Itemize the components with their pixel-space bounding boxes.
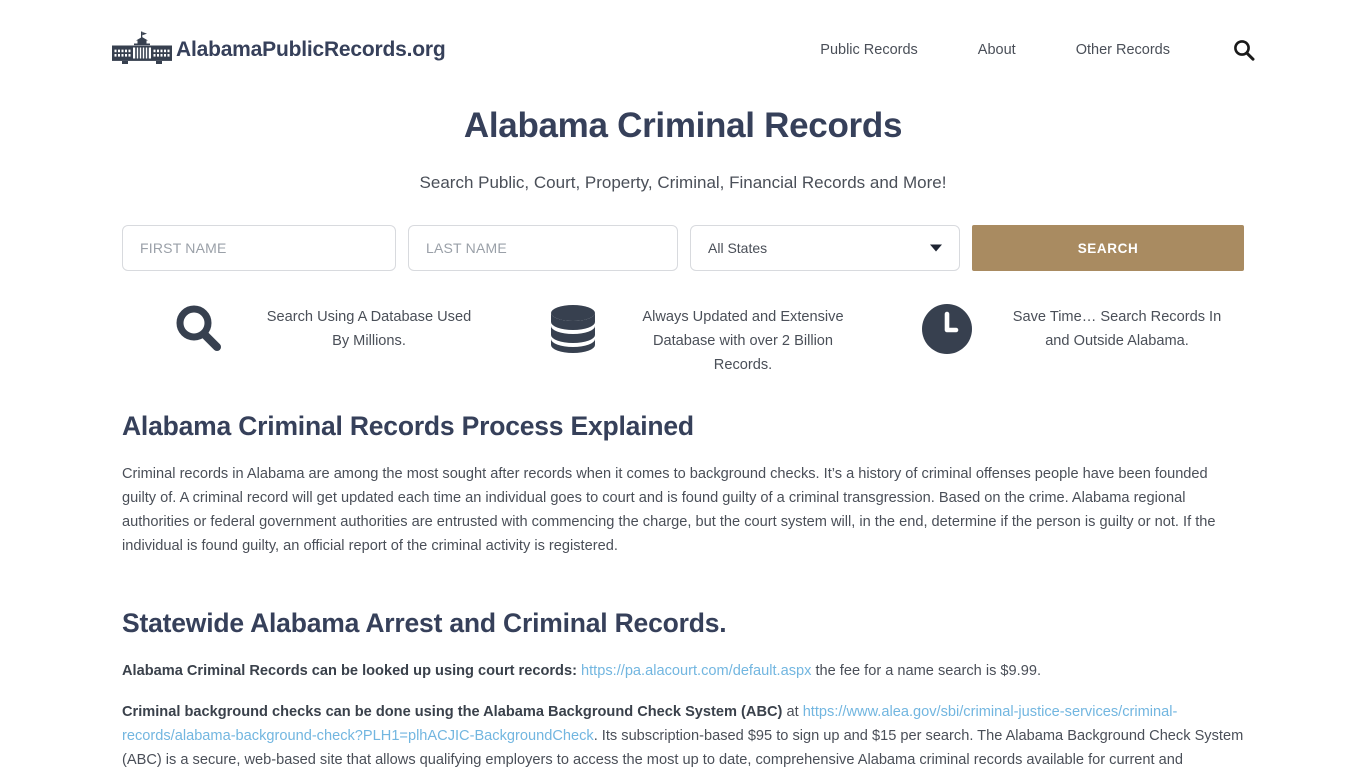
alacourt-link[interactable]: https://pa.alacourt.com/default.aspx	[581, 663, 811, 679]
background-check-at: at	[786, 704, 799, 720]
court-records-lead: Alabama Criminal Records can be looked u…	[122, 663, 577, 679]
feature-text: Search Using A Database Used By Millions…	[266, 309, 472, 349]
database-icon	[513, 299, 633, 355]
article-content: Alabama Criminal Records Process Explain…	[122, 377, 1244, 768]
court-records-fee-text: the fee for a name search is $9.99.	[815, 663, 1041, 679]
hero-section: Alabama Criminal Records Search Public, …	[0, 100, 1366, 271]
site-header: AlabamaPublicRecords.org Public Records …	[0, 0, 1366, 100]
features-row: Search Using A Database Used By Millions…	[122, 299, 1244, 377]
paragraph-background-checks: Criminal background checks can be done u…	[122, 700, 1244, 768]
records-search-form: All States SEARCH	[122, 225, 1244, 271]
section-heading-process: Alabama Criminal Records Process Explain…	[122, 411, 694, 441]
brand-logo-link[interactable]: AlabamaPublicRecords.org	[112, 31, 446, 70]
feature-item: Always Updated and Extensive Database wi…	[496, 299, 870, 377]
feature-text: Save Time… Search Records In and Outside…	[1012, 309, 1222, 349]
last-name-input[interactable]	[408, 225, 678, 271]
paragraph-court-records: Alabama Criminal Records can be looked u…	[122, 659, 1244, 683]
brand-name: AlabamaPublicRecords.org	[176, 38, 446, 61]
clock-icon	[887, 299, 1007, 355]
magnifier-icon	[139, 299, 259, 355]
page-title: Alabama Criminal Records	[463, 106, 903, 145]
search-icon[interactable]	[1232, 38, 1256, 62]
state-select-wrapper: All States	[690, 225, 960, 271]
hero-subtitle: Search Public, Court, Property, Criminal…	[419, 173, 947, 192]
feature-text: Always Updated and Extensive Database wi…	[642, 309, 844, 373]
background-check-lead: Criminal background checks can be done u…	[122, 704, 783, 720]
state-select[interactable]: All States	[690, 225, 960, 271]
main-navigation: Public Records About Other Records	[790, 38, 1256, 62]
nav-item-about[interactable]: About	[948, 42, 1046, 58]
paragraph-process: Criminal records in Alabama are among th…	[122, 466, 1216, 554]
nav-item-other-records[interactable]: Other Records	[1046, 42, 1200, 58]
capitol-building-icon	[112, 31, 172, 70]
search-submit-button[interactable]: SEARCH	[972, 225, 1244, 271]
first-name-input[interactable]	[122, 225, 396, 271]
feature-item: Save Time… Search Records In and Outside…	[870, 299, 1244, 377]
feature-item: Search Using A Database Used By Millions…	[122, 299, 496, 377]
section-heading-statewide: Statewide Alabama Arrest and Criminal Re…	[122, 608, 727, 638]
nav-item-public-records[interactable]: Public Records	[790, 42, 948, 58]
